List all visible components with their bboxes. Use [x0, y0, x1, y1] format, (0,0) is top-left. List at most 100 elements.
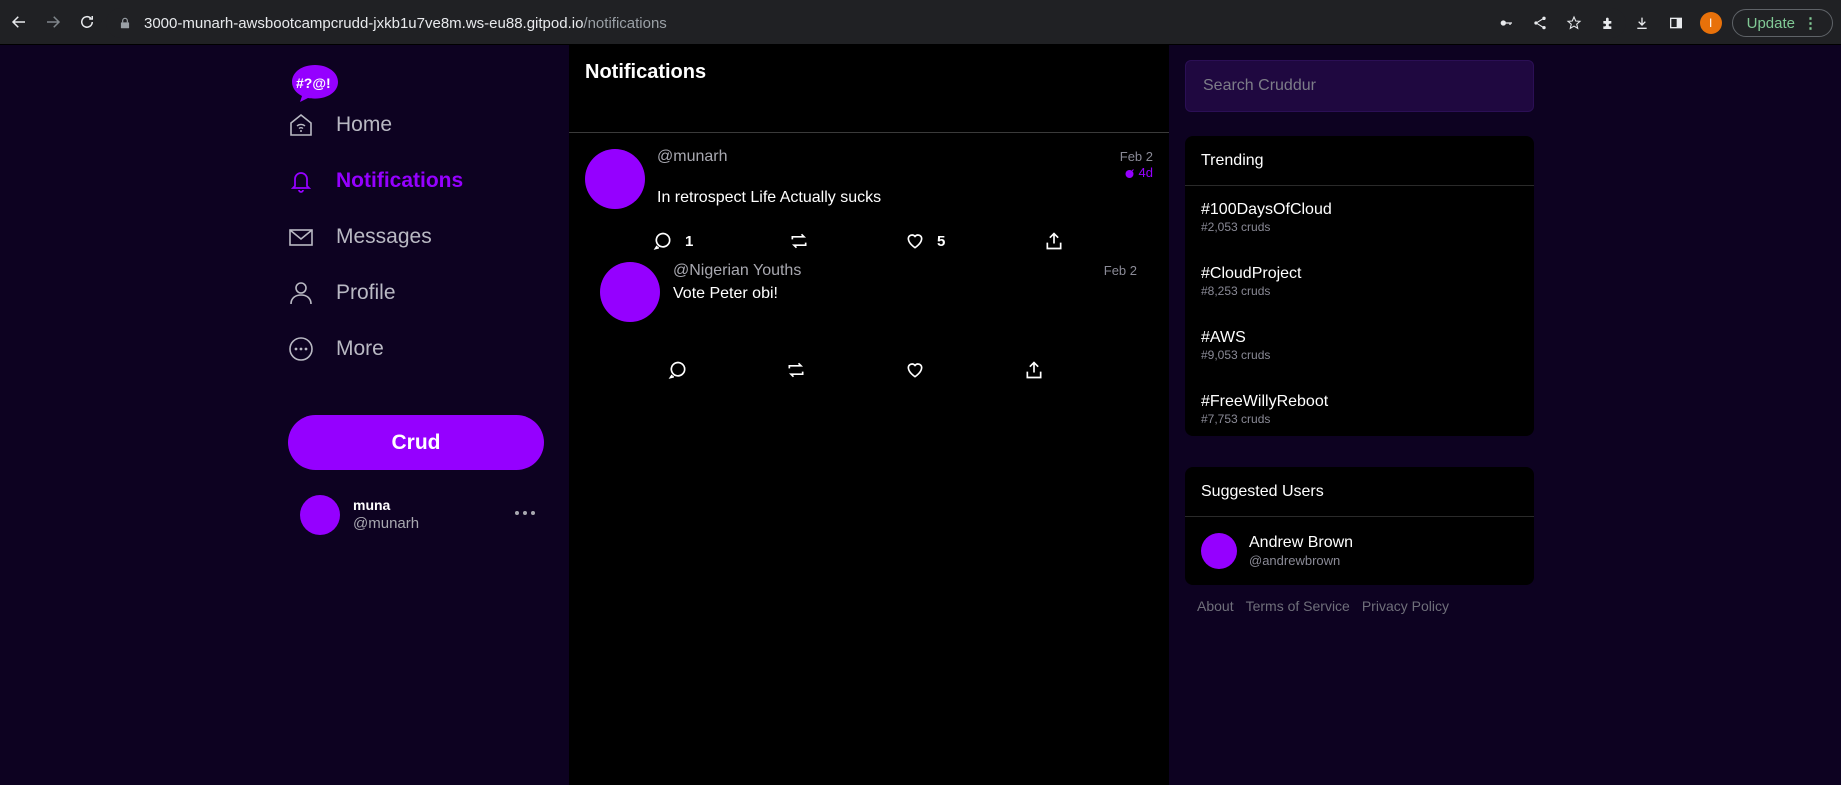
repost-button[interactable] — [786, 360, 806, 380]
activity-item[interactable]: @Nigerian Youths Feb 2 Vote Peter obi! — [569, 262, 1169, 393]
back-icon[interactable] — [4, 7, 34, 37]
browser-update-button[interactable]: Update ⋮ — [1731, 9, 1833, 37]
trend-item[interactable]: #FreeWillyReboot #7,753 cruds — [1185, 378, 1534, 436]
profile-handle: @munarh — [353, 515, 420, 532]
address-bar[interactable]: 3000-munarh-awsbootcampcrudd-jxkb1u7ve8m… — [106, 8, 1626, 38]
download-icon[interactable] — [1628, 9, 1656, 37]
url-path: /notifications — [583, 14, 667, 32]
browser-toolbar: 3000-munarh-awsbootcampcrudd-jxkb1u7ve8m… — [0, 0, 1841, 45]
post-message: In retrospect Life Actually sucks — [657, 189, 882, 206]
search-input[interactable] — [1185, 60, 1534, 112]
reply-button[interactable] — [668, 360, 688, 380]
sidebar-item-label: Profile — [336, 281, 396, 304]
repost-icon — [791, 233, 807, 249]
key-icon[interactable] — [1492, 9, 1520, 37]
suggested-users-card: Suggested Users Andrew Brown @andrewbrow… — [1185, 467, 1534, 585]
sidebar-item-home[interactable]: Home — [288, 105, 392, 145]
logo-text: #?@! — [296, 75, 331, 91]
sidebar-item-profile[interactable]: Profile — [288, 273, 396, 313]
page-title: Notifications — [569, 45, 1169, 133]
reply-icon — [653, 232, 671, 250]
avatar — [300, 495, 340, 535]
reply-button[interactable]: 1 — [653, 231, 693, 251]
browser-profile-avatar[interactable]: I — [1699, 12, 1722, 34]
trend-count: #2,053 cruds — [1201, 220, 1271, 234]
share-button[interactable] — [1024, 360, 1044, 380]
profile-info[interactable]: muna @munarh — [300, 493, 540, 537]
share-icon — [1046, 232, 1062, 250]
footer-link-about[interactable]: About — [1197, 598, 1234, 614]
bookmark-star-icon[interactable] — [1560, 9, 1588, 37]
trend-name: #CloudProject — [1201, 265, 1302, 282]
share-icon[interactable] — [1526, 9, 1554, 37]
suggested-user-name: Andrew Brown — [1249, 534, 1354, 551]
trend-name: #100DaysOfCloud — [1201, 201, 1332, 218]
url-host: 3000-munarh-awsbootcampcrudd-jxkb1u7ve8m… — [144, 14, 584, 32]
user-icon — [288, 280, 314, 306]
app-page: #?@! Home Notifications Messages Profile… — [0, 45, 1841, 785]
trend-name: #FreeWillyReboot — [1201, 393, 1329, 410]
bell-icon — [288, 168, 314, 194]
avatar[interactable] — [600, 262, 660, 322]
suggested-user[interactable]: Andrew Brown @andrewbrown — [1185, 517, 1534, 585]
sidebar-item-more[interactable]: More — [288, 329, 384, 369]
trend-item[interactable]: #100DaysOfCloud #2,053 cruds — [1185, 186, 1534, 250]
sidebar: #?@! Home Notifications Messages Profile… — [288, 45, 550, 785]
trend-item[interactable]: #AWS #9,053 cruds — [1185, 314, 1534, 378]
sidebar-item-label: Notifications — [336, 169, 464, 192]
sidebar-item-messages[interactable]: Messages — [288, 217, 432, 257]
expiry-badge: 4d — [1124, 165, 1153, 180]
profile-name: muna — [353, 497, 391, 513]
like-button[interactable] — [905, 360, 925, 380]
reload-icon[interactable] — [72, 7, 102, 37]
activity-item[interactable]: @munarh Feb 2 4d In retrospect Life Actu… — [569, 133, 1169, 263]
avatar[interactable] — [585, 149, 645, 209]
footer-link-privacy[interactable]: Privacy Policy — [1362, 598, 1449, 614]
reply-count: 1 — [685, 232, 694, 250]
sidebar-item-label: More — [336, 337, 384, 360]
avatar — [1201, 533, 1237, 569]
lock-icon — [120, 17, 130, 29]
notifications-feed: Notifications @munarh Feb 2 4d In retros… — [569, 45, 1169, 785]
suggested-user-handle: @andrewbrown — [1249, 553, 1341, 568]
trending-title: Trending — [1185, 136, 1534, 186]
sidebar-item-label: Messages — [336, 225, 432, 248]
mail-icon — [288, 224, 314, 250]
trending-card: Trending #100DaysOfCloud #2,053 cruds #C… — [1185, 136, 1534, 436]
trend-count: #9,053 cruds — [1201, 348, 1271, 362]
suggested-title: Suggested Users — [1185, 467, 1534, 517]
post-date: Feb 2 — [1103, 263, 1137, 278]
side-panel-icon[interactable] — [1662, 9, 1690, 37]
like-button[interactable]: 5 — [905, 231, 945, 251]
share-button[interactable] — [1044, 231, 1064, 251]
sidebar-item-notifications[interactable]: Notifications — [288, 161, 463, 201]
post-message: Vote Peter obi! — [673, 285, 778, 302]
home-icon — [288, 112, 314, 138]
reply-icon — [668, 361, 686, 379]
extensions-icon[interactable] — [1594, 9, 1622, 37]
expiry-text: 4d — [1138, 165, 1153, 180]
heart-icon — [907, 363, 923, 378]
footer-links: About Terms of Service Privacy Policy — [1197, 598, 1449, 614]
trend-count: #8,253 cruds — [1201, 284, 1271, 298]
cruddur-logo[interactable]: #?@! — [290, 63, 340, 103]
update-label: Update — [1746, 14, 1795, 32]
kebab-menu-icon: ⋮ — [1803, 15, 1818, 32]
trend-count: #7,753 cruds — [1201, 412, 1271, 426]
trend-item[interactable]: #CloudProject #8,253 cruds — [1185, 250, 1534, 314]
trend-name: #AWS — [1201, 329, 1246, 346]
repost-icon — [788, 362, 804, 378]
sidebar-item-label: Home — [336, 113, 393, 136]
more-circle-icon — [288, 336, 314, 362]
bomb-icon — [1125, 168, 1134, 178]
repost-button[interactable] — [789, 231, 809, 251]
profile-more-icon[interactable] — [514, 503, 536, 523]
footer-link-terms[interactable]: Terms of Service — [1246, 598, 1350, 614]
post-date: Feb 2 — [1119, 149, 1153, 164]
forward-icon[interactable] — [38, 7, 68, 37]
heart-icon — [907, 234, 923, 249]
post-handle[interactable]: @Nigerian Youths — [673, 262, 801, 280]
like-count: 5 — [937, 232, 946, 250]
post-handle[interactable]: @munarh — [657, 148, 728, 166]
crud-button[interactable]: Crud — [288, 415, 544, 470]
